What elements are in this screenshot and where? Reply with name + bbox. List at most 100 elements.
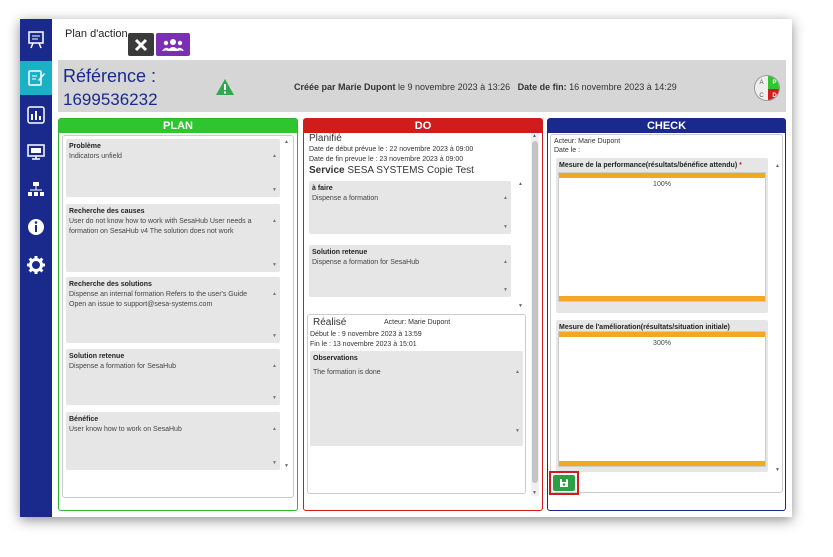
plan-panel: Problème Indicators unfield ▲ ▼ Recherch… [62, 135, 294, 498]
problem-value: Indicators unfield [69, 153, 122, 160]
solutions-field[interactable]: Recherche des solutions Dispense an inte… [66, 277, 280, 343]
close-button[interactable] [128, 33, 154, 56]
observations-field[interactable]: Observations The formation is done ▲ ▼ [310, 351, 523, 446]
improvement-bar-top [559, 332, 765, 337]
scroll-down-icon[interactable]: ▼ [775, 467, 780, 473]
problem-label: Problème [69, 143, 101, 150]
creation-meta: Créée par Marie Dupont le 9 novembre 202… [294, 82, 677, 92]
scroll-down-icon[interactable]: ▼ [503, 224, 508, 230]
scroll-down-icon[interactable]: ▼ [532, 490, 537, 496]
scroll-up-icon[interactable]: ▲ [518, 181, 523, 187]
check-scrollbar[interactable]: ▲ ▼ [774, 163, 782, 473]
warning-icon [216, 79, 234, 95]
save-icon [560, 479, 568, 487]
monitor-icon [27, 144, 45, 160]
performance-box[interactable]: 100% [558, 172, 766, 302]
scroll-up-icon[interactable]: ▲ [272, 153, 277, 159]
scroll-down-icon[interactable]: ▼ [272, 395, 277, 401]
do-scrollbar[interactable]: ▲ ▼ [531, 133, 539, 496]
improvement-value: 300% [653, 340, 671, 347]
performance-label: Mesure de la performance(résultats/bénéf… [559, 162, 738, 169]
causes-label: Recherche des causes [69, 208, 145, 215]
do-scroll-thumb[interactable] [532, 141, 538, 483]
scroll-up-icon[interactable]: ▲ [515, 369, 520, 375]
do-solution-value: Dispense a formation for SesaHub [312, 259, 419, 266]
do-solution-label: Solution retenue [312, 249, 368, 256]
team-button[interactable] [156, 33, 190, 56]
check-column: CHECK Acteur: Marie Dupont Date le : Mes… [547, 118, 786, 511]
planned-end: Date de fin prevue le : 23 novembre 2023… [309, 156, 464, 163]
nav-organization[interactable] [20, 173, 52, 207]
todo-field[interactable]: à faire Dispense a formation ▲ ▼ [309, 181, 511, 234]
scroll-down-icon[interactable]: ▼ [272, 460, 277, 466]
nav-info[interactable] [20, 210, 52, 244]
dashboard-icon [27, 106, 45, 124]
scroll-up-icon[interactable]: ▲ [503, 259, 508, 265]
scroll-down-icon[interactable]: ▼ [272, 187, 277, 193]
pdca-wheel[interactable]: A P C D [754, 75, 780, 101]
gear-icon [27, 256, 45, 274]
scroll-down-icon[interactable]: ▼ [272, 262, 277, 268]
pdca-c: C [755, 89, 768, 100]
required-mark: * [739, 162, 742, 169]
causes-field[interactable]: Recherche des causes User do not know ho… [66, 204, 280, 272]
service-value: SESA SYSTEMS Copie Test [344, 165, 474, 176]
end-date-label: Date de fin: [517, 82, 567, 92]
save-button[interactable] [553, 475, 575, 491]
improvement-bar-bottom [559, 461, 765, 466]
plan-column: PLAN Problème Indicators unfield ▲ ▼ Rec… [58, 118, 298, 511]
nav-monitor[interactable] [20, 135, 52, 169]
scroll-up-icon[interactable]: ▲ [532, 133, 537, 139]
solutions-label: Recherche des solutions [69, 281, 152, 288]
performance-bar-bottom [559, 296, 765, 301]
improvement-label: Mesure de l'amélioration(résultats/situa… [559, 324, 730, 331]
service-label: Service [309, 165, 345, 176]
edit-document-icon [28, 70, 45, 86]
page-title: Plan d'action [65, 28, 128, 40]
observations-value: The formation is done [313, 369, 381, 376]
scroll-up-icon[interactable]: ▲ [272, 363, 277, 369]
save-highlight [549, 471, 579, 495]
improvement-box[interactable]: 300% [558, 331, 766, 467]
todo-value: Dispense a formation [312, 195, 379, 202]
nav-settings[interactable] [20, 248, 52, 282]
scroll-down-icon[interactable]: ▼ [518, 303, 523, 309]
problem-field[interactable]: Problème Indicators unfield ▲ ▼ [66, 139, 280, 197]
benefit-field[interactable]: Bénéfice User know how to work on SesaHu… [66, 412, 280, 470]
retained-solution-field[interactable]: Solution retenue Dispense a formation fo… [66, 349, 280, 405]
do-solution-field[interactable]: Solution retenue Dispense a formation fo… [309, 245, 511, 297]
created-by: Créée par Marie Dupont [294, 82, 396, 92]
check-header: CHECK [548, 119, 785, 133]
observations-label: Observations [313, 355, 358, 362]
scroll-down-icon[interactable]: ▼ [503, 287, 508, 293]
scroll-down-icon[interactable]: ▼ [515, 428, 520, 434]
plan-scrollbar[interactable]: ▲ ▼ [283, 139, 291, 469]
nav-presentation[interactable] [20, 23, 52, 57]
performance-value: 100% [653, 181, 671, 188]
scroll-down-icon[interactable]: ▼ [284, 463, 289, 469]
scroll-up-icon[interactable]: ▲ [775, 163, 780, 169]
pdca-d: D [768, 89, 779, 100]
done-start: Début le : 9 novembre 2023 à 13:59 [310, 331, 422, 338]
sidebar-nav [20, 19, 52, 517]
app-window: Plan d'action Référence : 1699536232 Cré… [20, 19, 792, 517]
check-date: Date le : [554, 147, 581, 154]
performance-field: Mesure de la performance(résultats/bénéf… [556, 158, 768, 313]
scroll-down-icon[interactable]: ▼ [272, 333, 277, 339]
planned-scrollbar[interactable]: ▲ ▼ [517, 181, 525, 309]
scroll-up-icon[interactable]: ▲ [284, 139, 289, 145]
nav-action-plan[interactable] [20, 61, 52, 95]
nav-dashboard[interactable] [20, 98, 52, 132]
scroll-up-icon[interactable]: ▲ [272, 291, 277, 297]
performance-bar-top [559, 173, 765, 178]
scroll-up-icon[interactable]: ▲ [503, 195, 508, 201]
reference-number: 1699536232 [63, 90, 158, 109]
benefit-value: User know how to work on SesaHub [69, 426, 182, 433]
scroll-up-icon[interactable]: ▲ [272, 218, 277, 224]
done-end: Fin le : 13 novembre 2023 à 15:01 [310, 341, 417, 348]
end-date: 16 novembre 2023 à 14:29 [566, 82, 677, 92]
pdca-a: A [755, 76, 768, 89]
do-column: DO Planifié Date de début prévue le : 22… [303, 118, 543, 511]
do-header: DO [304, 119, 542, 133]
scroll-up-icon[interactable]: ▲ [272, 426, 277, 432]
